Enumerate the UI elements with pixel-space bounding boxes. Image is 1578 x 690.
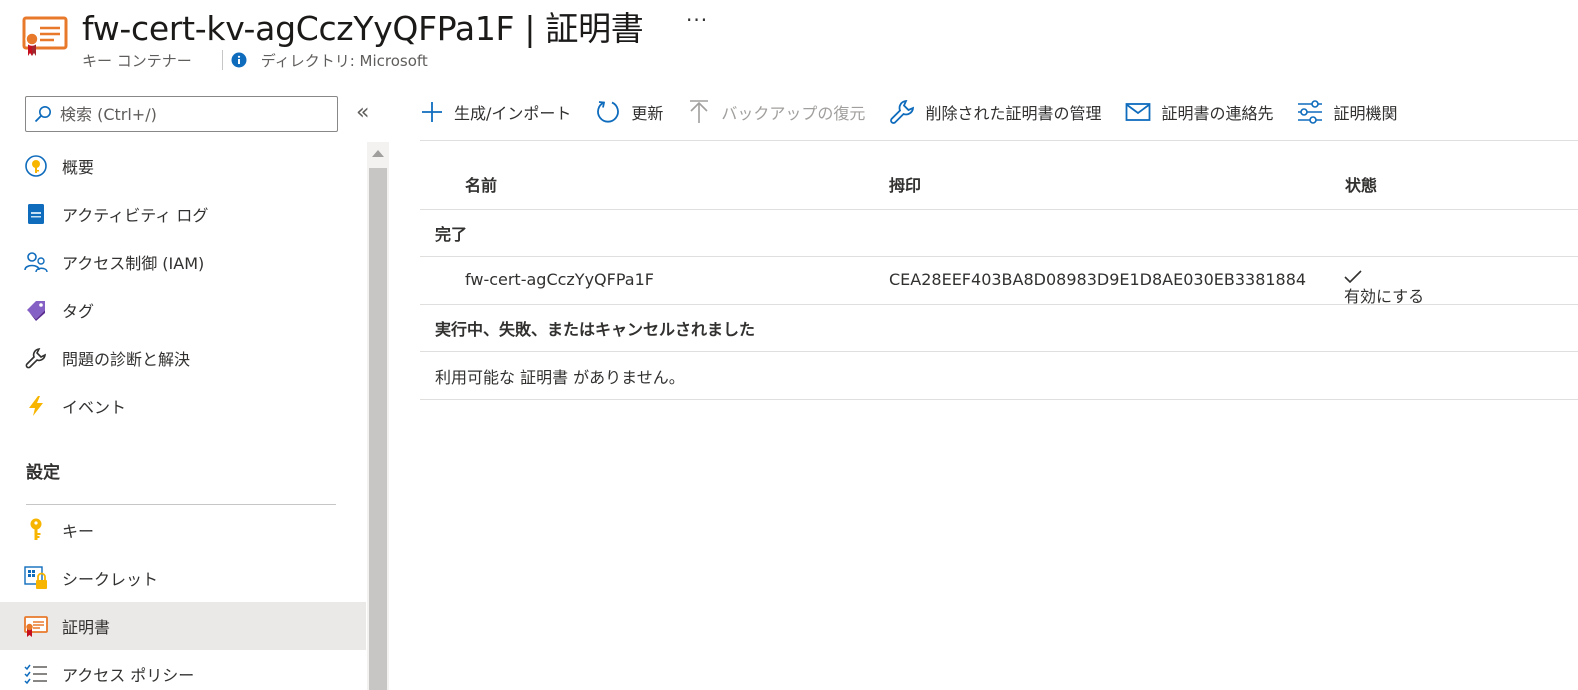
access-control-icon (24, 250, 48, 274)
sidebar-item-secrets[interactable]: シークレット (0, 554, 366, 602)
more-options-button[interactable]: ··· (686, 8, 708, 32)
directory-label: ディレクトリ: Microsoft (260, 51, 428, 70)
group-header-in-progress[interactable]: 実行中、失敗、またはキャンセルされました (420, 305, 1578, 352)
restore-backup-button[interactable]: バックアップの復元 (687, 94, 865, 130)
sidebar-item-label: 証明書 (62, 618, 111, 637)
sidebar-nav: 概要 アクティビティ ログ アクセス制御 (IAM) タグ 問題の診断と解決 イ… (0, 142, 366, 690)
search-box[interactable] (25, 96, 338, 132)
table-header: 名前 拇印 状態 (420, 158, 1578, 210)
sidebar-item-events[interactable]: イベント (0, 382, 366, 430)
overview-icon (24, 154, 48, 178)
sidebar-item-activity-log[interactable]: アクティビティ ログ (0, 190, 366, 238)
sidebar-item-label: アクセス ポリシー (62, 666, 195, 685)
mail-icon (1126, 103, 1151, 121)
sidebar-scrollbar[interactable] (367, 142, 389, 690)
search-input[interactable] (60, 104, 320, 124)
manage-deleted-button[interactable]: 削除された証明書の管理 (889, 94, 1101, 130)
lightning-icon (24, 394, 48, 418)
access-policy-icon (24, 662, 48, 686)
activity-log-icon (24, 202, 48, 226)
collapse-sidebar-button[interactable]: « (356, 100, 369, 125)
sidebar-item-keys[interactable]: キー (0, 506, 366, 554)
sidebar-item-diagnose[interactable]: 問題の診断と解決 (0, 334, 366, 382)
status-label: 有効にする (1344, 287, 1425, 306)
info-icon (231, 52, 247, 68)
sidebar-item-label: タグ (62, 302, 95, 321)
generate-import-button[interactable]: 生成/インポート (420, 94, 571, 130)
sidebar-item-certificates[interactable]: 証明書 (0, 602, 366, 650)
command-bar: 生成/インポート 更新 バックアップの復元 削除された証明書の管理 証明書の連絡… (420, 88, 1421, 136)
settings-section-header: 設定 (26, 463, 60, 483)
column-header-name[interactable]: 名前 (465, 172, 497, 196)
table-row[interactable]: fw-cert-agCczYyQFPa1F CEA28EEF403BA8D089… (420, 257, 1578, 306)
manage-deleted-label: 削除された証明書の管理 (925, 104, 1102, 123)
header-subtitle: キー コンテナー ディレクトリ: Microsoft (82, 50, 428, 70)
plus-icon (422, 102, 442, 122)
wrench-icon (24, 346, 48, 370)
header-divider (221, 50, 223, 70)
certificate-contacts-button[interactable]: 証明書の連絡先 (1125, 94, 1273, 130)
sidebar-item-label: 問題の診断と解決 (62, 350, 191, 369)
resource-type: キー コンテナー (82, 51, 192, 70)
sidebar-item-tags[interactable]: タグ (0, 286, 366, 334)
certificate-icon (24, 614, 48, 638)
sidebar-item-access-policies[interactable]: アクセス ポリシー (0, 650, 366, 690)
sidebar-item-overview[interactable]: 概要 (0, 142, 366, 190)
scroll-up-arrow[interactable] (372, 150, 384, 157)
sidebar-item-label: イベント (62, 398, 127, 417)
generate-import-label: 生成/インポート (454, 104, 572, 123)
certificate-icon (22, 14, 68, 60)
sidebar-item-label: 概要 (62, 158, 95, 177)
group-header-completed[interactable]: 完了 (420, 210, 1578, 257)
sidebar-item-label: キー (62, 522, 95, 541)
column-header-status[interactable]: 状態 (1345, 172, 1377, 196)
restore-backup-label: バックアップの復元 (721, 104, 866, 123)
sidebar-item-access-control[interactable]: アクセス制御 (IAM) (0, 238, 366, 286)
sidebar-item-label: アクティビティ ログ (62, 206, 209, 225)
toolbar-divider (420, 140, 1578, 141)
refresh-label: 更新 (631, 104, 664, 123)
page-title: fw-cert-kv-agCczYyQFPa1F | 証明書 (82, 9, 644, 48)
upload-arrow-icon (690, 100, 709, 123)
refresh-button[interactable]: 更新 (595, 94, 663, 130)
key-icon (24, 518, 48, 542)
refresh-icon (597, 101, 620, 123)
certificate-authorities-button[interactable]: 証明機関 (1297, 94, 1397, 130)
tag-icon (24, 298, 48, 322)
search-icon (34, 106, 51, 123)
wrench-icon (890, 99, 915, 124)
section-divider (26, 504, 336, 505)
secret-icon (24, 566, 48, 590)
settings-sliders-icon (1298, 100, 1323, 124)
column-header-thumbprint[interactable]: 拇印 (889, 172, 921, 196)
certificate-name[interactable]: fw-cert-agCczYyQFPa1F (465, 270, 654, 289)
sidebar-item-label: シークレット (62, 570, 159, 589)
certificate-status: 有効にする (1344, 270, 1424, 306)
certificates-table: 名前 拇印 状態 完了 fw-cert-agCczYyQFPa1F CEA28E… (420, 158, 1578, 400)
checkmark-icon (1344, 270, 1362, 284)
sidebar-item-label: アクセス制御 (IAM) (62, 254, 205, 273)
scrollbar-thumb[interactable] (369, 168, 387, 690)
certificate-thumbprint: CEA28EEF403BA8D08983D9E1D8AE030EB3381884 (889, 270, 1307, 289)
certificate-authorities-label: 証明機関 (1333, 104, 1398, 123)
certificate-contacts-label: 証明書の連絡先 (1161, 104, 1274, 123)
empty-message: 利用可能な 証明書 がありません。 (420, 352, 1578, 400)
